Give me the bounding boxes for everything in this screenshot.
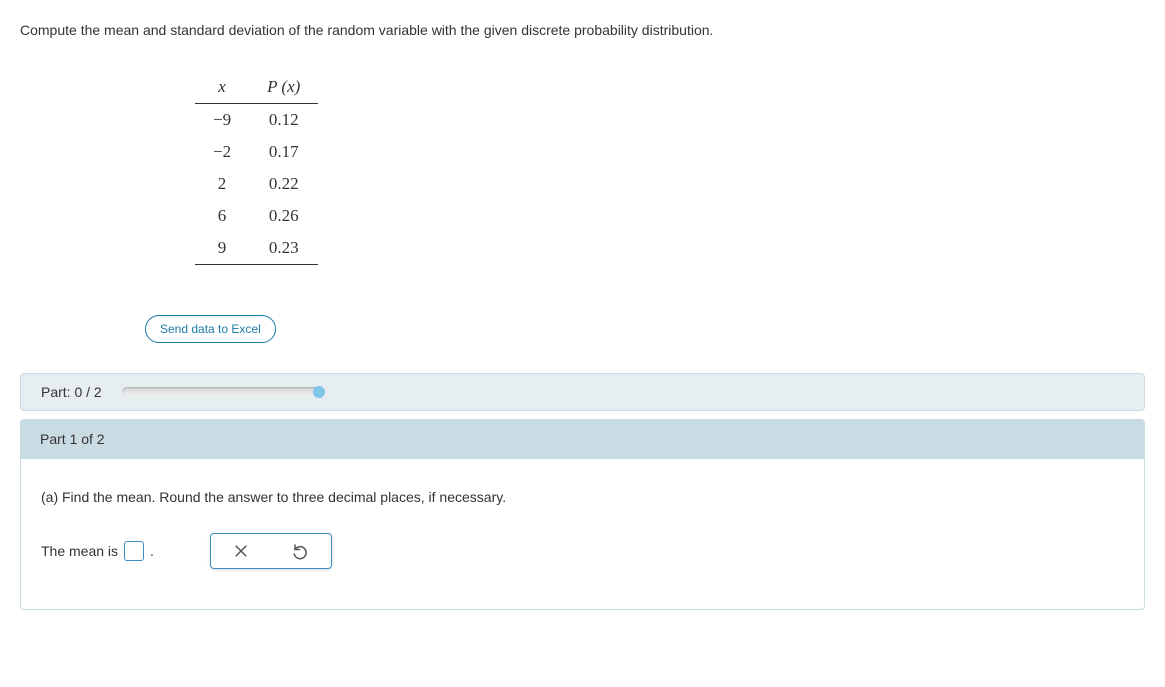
table-row: −9 0.12 xyxy=(195,104,318,137)
cell-x: 2 xyxy=(195,168,249,200)
undo-icon xyxy=(292,542,310,560)
answer-suffix: . xyxy=(150,543,154,559)
progress-label: Part: 0 / 2 xyxy=(41,384,102,400)
col-header-x: x xyxy=(195,71,249,104)
cell-p: 0.23 xyxy=(249,232,318,265)
part-header: Part 1 of 2 xyxy=(20,419,1145,459)
cell-p: 0.22 xyxy=(249,168,318,200)
part-question: (a) Find the mean. Round the answer to t… xyxy=(41,489,1124,505)
part-body: (a) Find the mean. Round the answer to t… xyxy=(20,459,1145,610)
cell-x: 9 xyxy=(195,232,249,265)
cell-p: 0.17 xyxy=(249,136,318,168)
clear-button[interactable] xyxy=(211,542,271,560)
cell-p: 0.12 xyxy=(249,104,318,137)
cell-x: 6 xyxy=(195,200,249,232)
reset-button[interactable] xyxy=(271,542,331,560)
send-to-excel-button[interactable]: Send data to Excel xyxy=(145,315,276,343)
answer-prefix: The mean is xyxy=(41,543,118,559)
cell-x: −2 xyxy=(195,136,249,168)
probability-table: x P (x) −9 0.12 −2 0.17 2 0.22 6 0.26 9 xyxy=(195,71,1145,265)
table-row: 6 0.26 xyxy=(195,200,318,232)
col-header-px: P (x) xyxy=(249,71,318,104)
cell-x: −9 xyxy=(195,104,249,137)
answer-row: The mean is . xyxy=(41,533,1124,569)
problem-prompt: Compute the mean and standard deviation … xyxy=(20,20,1145,41)
input-toolbar xyxy=(210,533,332,569)
progress-thumb xyxy=(313,386,325,398)
mean-input[interactable] xyxy=(124,541,144,561)
close-icon xyxy=(232,542,250,560)
cell-p: 0.26 xyxy=(249,200,318,232)
progress-bar-row: Part: 0 / 2 xyxy=(20,373,1145,411)
table-row: 2 0.22 xyxy=(195,168,318,200)
progress-track xyxy=(122,387,322,397)
table-row: −2 0.17 xyxy=(195,136,318,168)
table-row: 9 0.23 xyxy=(195,232,318,265)
